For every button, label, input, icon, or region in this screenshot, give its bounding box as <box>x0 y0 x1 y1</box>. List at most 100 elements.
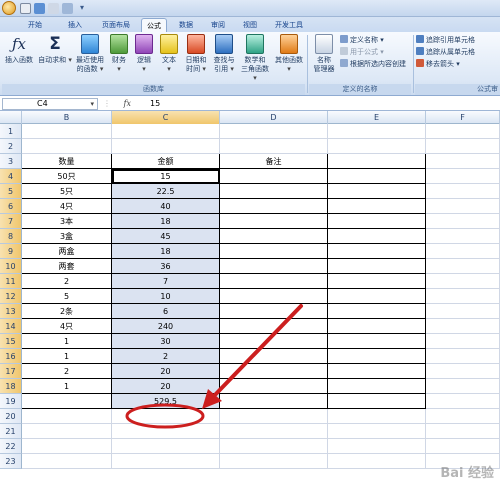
row-header-20[interactable]: 20 <box>0 409 22 424</box>
row-header-7[interactable]: 7 <box>0 214 22 229</box>
define-name-button[interactable]: 定义名称 ▾ <box>340 35 384 46</box>
chevron-down-icon[interactable]: ▾ <box>90 99 94 109</box>
cell-c16[interactable]: 2 <box>112 349 220 364</box>
tab-1[interactable]: 插入 <box>60 18 90 32</box>
cell-e16[interactable] <box>328 349 426 364</box>
row-header-16[interactable]: 16 <box>0 349 22 364</box>
cell-b9[interactable]: 两盒 <box>22 244 112 259</box>
row-header-4[interactable]: 4 <box>0 169 22 184</box>
cell-e18[interactable] <box>328 379 426 394</box>
cell-b12[interactable]: 5 <box>22 289 112 304</box>
save-icon[interactable] <box>20 3 31 14</box>
cell-f20[interactable] <box>426 409 500 424</box>
cell-b5[interactable]: 5只 <box>22 184 112 199</box>
cell-b7[interactable]: 3本 <box>22 214 112 229</box>
cell-d9[interactable] <box>220 244 328 259</box>
cell-d22[interactable] <box>220 439 328 454</box>
row-header-23[interactable]: 23 <box>0 454 22 469</box>
cell-b14[interactable]: 4只 <box>22 319 112 334</box>
tab-4[interactable]: 数据 <box>173 18 199 32</box>
worksheet-grid[interactable]: 数量 金额 备注 50只 15 5只 22.5 4只 40 3本 18 3盒 45 两盒 18 两套 36 2 7 5… <box>22 124 500 485</box>
cell-d23[interactable] <box>220 454 328 469</box>
cell-d5[interactable] <box>220 184 328 199</box>
cell-f2[interactable] <box>426 139 500 154</box>
cell-e14[interactable] <box>328 319 426 334</box>
cell-f4[interactable] <box>426 169 500 184</box>
row-header-14[interactable]: 14 <box>0 319 22 334</box>
cell-e13[interactable] <box>328 304 426 319</box>
cell-b6[interactable]: 4只 <box>22 199 112 214</box>
row-header-11[interactable]: 11 <box>0 274 22 289</box>
tab-2[interactable]: 页面布局 <box>96 18 136 32</box>
cell-f11[interactable] <box>426 274 500 289</box>
cell-b8[interactable]: 3盒 <box>22 229 112 244</box>
row-header-1[interactable]: 1 <box>0 124 22 139</box>
tab-3[interactable]: 公式 <box>141 18 167 32</box>
redo-icon[interactable] <box>62 3 73 14</box>
cell-f18[interactable] <box>426 379 500 394</box>
cell-d21[interactable] <box>220 424 328 439</box>
row-header-22[interactable]: 22 <box>0 439 22 454</box>
cell-d14[interactable] <box>220 319 328 334</box>
cell-d19[interactable] <box>220 394 328 409</box>
cell-d6[interactable] <box>220 199 328 214</box>
cell-b22[interactable] <box>22 439 112 454</box>
row-header-15[interactable]: 15 <box>0 334 22 349</box>
cell-f5[interactable] <box>426 184 500 199</box>
cell-c18[interactable]: 20 <box>112 379 220 394</box>
cell-f17[interactable] <box>426 364 500 379</box>
cell-b1[interactable] <box>22 124 112 139</box>
cell-c11[interactable]: 7 <box>112 274 220 289</box>
cell-c2[interactable] <box>112 139 220 154</box>
tab-7[interactable]: 开发工具 <box>269 18 309 32</box>
cell-f14[interactable] <box>426 319 500 334</box>
cell-b13[interactable]: 2条 <box>22 304 112 319</box>
cell-f21[interactable] <box>426 424 500 439</box>
cell-c14[interactable]: 240 <box>112 319 220 334</box>
cell-e11[interactable] <box>328 274 426 289</box>
active-cell[interactable]: 15 <box>112 169 220 184</box>
undo-icon[interactable] <box>34 3 45 14</box>
cell-e2[interactable] <box>328 139 426 154</box>
cell-f22[interactable] <box>426 439 500 454</box>
cell-f13[interactable] <box>426 304 500 319</box>
cell-e5[interactable] <box>328 184 426 199</box>
fx-icon[interactable]: fx <box>124 99 131 108</box>
name-box[interactable]: C4 ▾ <box>2 98 98 110</box>
cell-d3[interactable]: 备注 <box>220 154 328 169</box>
cell-c7[interactable]: 18 <box>112 214 220 229</box>
office-button[interactable] <box>2 1 16 15</box>
cell-d13[interactable] <box>220 304 328 319</box>
row-header-5[interactable]: 5 <box>0 184 22 199</box>
row-header-18[interactable]: 18 <box>0 379 22 394</box>
select-all-corner[interactable] <box>0 111 22 124</box>
cell-b19[interactable] <box>22 394 112 409</box>
row-header-3[interactable]: 3 <box>0 154 22 169</box>
cell-d1[interactable] <box>220 124 328 139</box>
customize-toolbar-icon[interactable]: ▾ <box>80 3 88 14</box>
cell-b4[interactable]: 50只 <box>22 169 112 184</box>
cell-c9[interactable]: 18 <box>112 244 220 259</box>
cell-e19[interactable] <box>328 394 426 409</box>
financial-button[interactable]: 财务 ▾ <box>108 34 130 74</box>
cell-c22[interactable] <box>112 439 220 454</box>
cell-c21[interactable] <box>112 424 220 439</box>
row-header-13[interactable]: 13 <box>0 304 22 319</box>
row-header-17[interactable]: 17 <box>0 364 22 379</box>
cell-f7[interactable] <box>426 214 500 229</box>
total-cell[interactable]: 529.5 <box>112 394 220 409</box>
column-header-c[interactable]: C <box>112 111 220 124</box>
cell-c17[interactable]: 20 <box>112 364 220 379</box>
autosum-button[interactable]: Σ 自动求和 ▾ <box>38 34 72 65</box>
cell-f12[interactable] <box>426 289 500 304</box>
cell-e21[interactable] <box>328 424 426 439</box>
cell-d11[interactable] <box>220 274 328 289</box>
cell-f3[interactable] <box>426 154 500 169</box>
row-header-2[interactable]: 2 <box>0 139 22 154</box>
cell-f9[interactable] <box>426 244 500 259</box>
cell-e10[interactable] <box>328 259 426 274</box>
tab-6[interactable]: 视图 <box>237 18 263 32</box>
row-header-9[interactable]: 9 <box>0 244 22 259</box>
create-from-selection-button[interactable]: 根据所选内容创建 <box>340 59 406 70</box>
trace-dependents-button[interactable]: 追踪从属单元格 <box>416 47 475 58</box>
